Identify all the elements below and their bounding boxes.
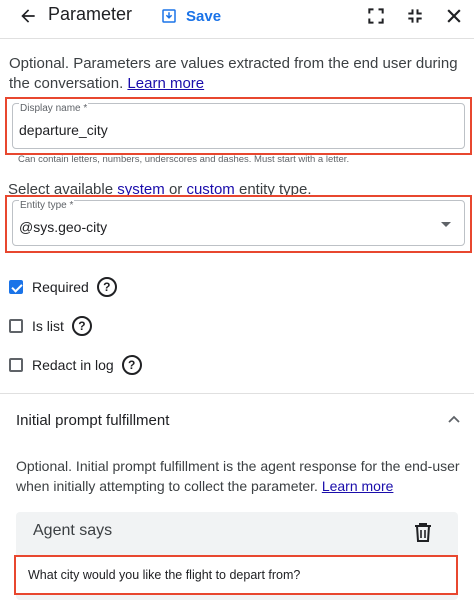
entity-select-suffix: entity type. bbox=[238, 181, 312, 198]
exit-fullscreen-icon[interactable] bbox=[405, 6, 425, 26]
intro-description: Optional. Parameters are values extracte… bbox=[9, 55, 458, 92]
custom-entity-link[interactable]: custom bbox=[186, 181, 234, 198]
display-name-value[interactable]: departure_city bbox=[19, 122, 108, 138]
system-entity-link[interactable]: system bbox=[117, 181, 165, 198]
is-list-checkbox[interactable] bbox=[9, 319, 23, 333]
learn-more-link[interactable]: Learn more bbox=[322, 478, 394, 494]
save-button[interactable]: Save bbox=[160, 4, 221, 28]
trash-icon[interactable] bbox=[414, 522, 432, 542]
redact-checkbox[interactable] bbox=[9, 358, 23, 372]
dropdown-caret-icon[interactable] bbox=[441, 222, 451, 227]
help-icon[interactable]: ? bbox=[96, 277, 117, 297]
entity-type-value: @sys.geo-city bbox=[19, 219, 108, 235]
agent-message-text: What city would you like the flight to d… bbox=[28, 568, 301, 582]
entity-type-label: Entity type * bbox=[19, 200, 75, 211]
help-icon[interactable]: ? bbox=[71, 316, 92, 336]
display-name-hint: Can contain letters, numbers, underscore… bbox=[18, 154, 350, 165]
entity-type-dropdown[interactable]: Entity type * @sys.geo-city bbox=[12, 200, 465, 246]
required-checkbox[interactable] bbox=[9, 280, 23, 294]
fulfillment-description: Optional. Initial prompt fulfillment is … bbox=[16, 456, 466, 496]
help-icon[interactable]: ? bbox=[121, 355, 142, 375]
fulfillment-title: Initial prompt fulfillment bbox=[16, 412, 170, 429]
save-icon bbox=[162, 9, 176, 23]
is-list-option: Is list ? bbox=[9, 314, 92, 338]
header-divider bbox=[0, 38, 474, 39]
display-name-field[interactable]: Display name * departure_city bbox=[12, 103, 465, 149]
required-label: Required bbox=[32, 279, 89, 295]
close-icon[interactable] bbox=[444, 6, 464, 26]
entity-select-line: Select available system or custom entity… bbox=[8, 181, 312, 198]
top-bar: Parameter Save bbox=[0, 0, 474, 32]
is-list-label: Is list bbox=[32, 318, 64, 334]
save-label: Save bbox=[186, 7, 222, 25]
redact-label: Redact in log bbox=[32, 357, 114, 373]
chevron-up-icon[interactable] bbox=[448, 414, 460, 424]
back-arrow-icon[interactable] bbox=[18, 6, 38, 26]
fullscreen-icon[interactable] bbox=[366, 6, 386, 26]
page-title: Parameter bbox=[48, 4, 133, 24]
agent-message-input[interactable]: What city would you like the flight to d… bbox=[14, 555, 458, 595]
redact-option: Redact in log ? bbox=[9, 353, 142, 377]
entity-select-or: or bbox=[168, 181, 183, 198]
learn-more-link[interactable]: Learn more bbox=[127, 75, 204, 92]
section-divider bbox=[0, 393, 474, 394]
intro-text: Optional. Parameters are values extracte… bbox=[9, 54, 467, 94]
agent-says-title: Agent says bbox=[33, 522, 113, 539]
display-name-label: Display name * bbox=[19, 103, 89, 114]
entity-select-prefix: Select available bbox=[8, 181, 114, 198]
required-option: Required ? bbox=[9, 275, 117, 299]
